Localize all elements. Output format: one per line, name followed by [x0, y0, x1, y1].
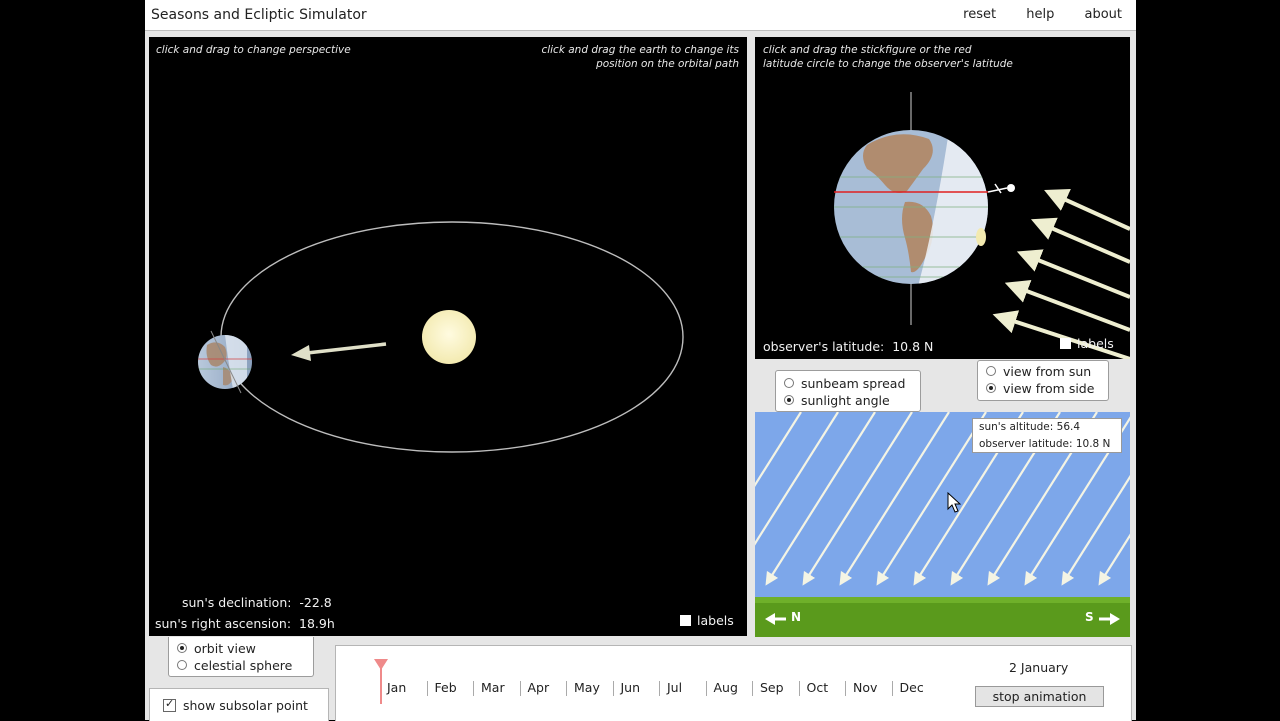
sun-altitude-label: sun's altitude: — [979, 421, 1054, 433]
declination-value: -22.8 — [299, 595, 332, 610]
view-mode-selector: view from sun view from side — [977, 360, 1109, 401]
celestial-sphere-option[interactable]: celestial sphere — [169, 657, 313, 674]
sunbeam-spread-label: sunbeam spread — [801, 376, 906, 391]
month-aug[interactable]: Aug — [705, 681, 753, 696]
sunlight-arrow — [291, 342, 387, 361]
sunbeam-spread-radio[interactable] — [784, 378, 794, 388]
subsolar-checkbox[interactable] — [163, 697, 176, 712]
month-track[interactable]: Jan Feb Mar Apr May Jun Jul Aug Sep Oct Nov Dec — [380, 680, 938, 696]
orbit-labels-text: labels — [697, 613, 734, 628]
view-from-sun-label: view from sun — [1003, 364, 1092, 379]
earth-labels-checkbox[interactable]: labels — [1060, 336, 1114, 351]
subsolar-row[interactable]: show subsolar point — [150, 697, 328, 713]
reset-link[interactable]: reset — [963, 7, 996, 22]
earth-labels-box[interactable] — [1060, 338, 1071, 349]
month-dec[interactable]: Dec — [891, 681, 939, 696]
sunlight-angle-option[interactable]: sunlight angle — [776, 392, 920, 409]
declination-readout: sun's declination: -22.8 — [182, 595, 332, 610]
right-ascension-value: 18.9h — [299, 616, 335, 631]
month-jun[interactable]: Jun — [612, 681, 660, 696]
help-link[interactable]: help — [1026, 7, 1054, 22]
observer-latitude-readout: observer's latitude: 10.8 N — [763, 339, 933, 354]
view-from-side-radio[interactable] — [986, 383, 996, 393]
incoming-sunbeams — [992, 189, 1130, 359]
sun — [422, 310, 476, 364]
mouse-cursor-icon — [947, 492, 961, 513]
orbit-view-radio[interactable] — [177, 643, 187, 653]
north-label: N — [791, 610, 802, 624]
orbit-labels-checkbox[interactable]: labels — [680, 613, 734, 628]
beam-mode-selector: sunbeam spread sunlight angle — [775, 370, 921, 412]
observer-latitude-label: observer's latitude: — [763, 339, 885, 354]
south-label: S — [1085, 610, 1094, 624]
sunlight-angle-label: sunlight angle — [801, 393, 890, 408]
right-ascension-label: sun's right ascension: — [155, 616, 292, 631]
orbit-view-option[interactable]: orbit view — [169, 640, 313, 657]
about-link[interactable]: about — [1084, 7, 1122, 22]
month-feb[interactable]: Feb — [426, 681, 474, 696]
month-may[interactable]: May — [566, 681, 613, 696]
view-from-side-label: view from side — [1003, 381, 1095, 396]
right-ascension-readout: sun's right ascension: 18.9h — [155, 616, 335, 631]
view-type-selector: orbit view celestial sphere — [168, 637, 314, 677]
celestial-sphere-radio[interactable] — [177, 660, 187, 670]
earth-view-panel[interactable]: click and drag the stickfigure or the re… — [755, 37, 1130, 359]
ground-highlight — [755, 597, 1130, 603]
subsolar-point-toggle[interactable]: show subsolar point — [149, 688, 329, 721]
earth-globe — [834, 130, 988, 284]
app-title: Seasons and Ecliptic Simulator — [151, 7, 367, 23]
observer-latitude-box-value: 10.8 N — [1075, 438, 1111, 450]
simulator-app: Seasons and Ecliptic Simulator reset hel… — [145, 0, 1136, 721]
earth-labels-text: labels — [1077, 336, 1114, 351]
sunlight-angle-radio[interactable] — [784, 395, 794, 405]
stop-animation-button[interactable]: stop animation — [975, 686, 1104, 707]
sunlight-angle-panel: N S sun's altitude: 56.4 observer latitu… — [755, 412, 1130, 637]
month-nov[interactable]: Nov — [845, 681, 892, 696]
orbit-earth[interactable] — [197, 330, 253, 394]
sunbeam-spread-option[interactable]: sunbeam spread — [776, 375, 920, 392]
observer-latitude-box-label: observer latitude: — [979, 438, 1073, 450]
sun-altitude-box: sun's altitude: 56.4 observer latitude: … — [972, 418, 1122, 453]
month-jul[interactable]: Jul — [659, 681, 706, 696]
sun-altitude-line: sun's altitude: 56.4 — [979, 419, 1121, 436]
month-jan[interactable]: Jan — [380, 681, 427, 696]
orbit-labels-box[interactable] — [680, 615, 691, 626]
orbit-view-panel[interactable]: click and drag to change perspective cli… — [149, 37, 747, 636]
sun-altitude-value: 56.4 — [1056, 421, 1081, 433]
orbit-diagram — [197, 221, 684, 453]
observer-latitude-value: 10.8 N — [892, 339, 934, 354]
month-apr[interactable]: Apr — [519, 681, 567, 696]
declination-label: sun's declination: — [182, 595, 292, 610]
month-oct[interactable]: Oct — [798, 681, 846, 696]
view-from-side-option[interactable]: view from side — [978, 380, 1108, 397]
view-from-sun-radio[interactable] — [986, 366, 996, 376]
stickfigure-observer[interactable] — [987, 183, 1015, 194]
subsolar-label: show subsolar point — [183, 698, 308, 713]
month-mar[interactable]: Mar — [473, 681, 520, 696]
month-sep[interactable]: Sep — [752, 681, 799, 696]
timeline-panel: Jan Feb Mar Apr May Jun Jul Aug Sep Oct Nov Dec 2 J… — [335, 645, 1132, 721]
observer-latitude-line: observer latitude: 10.8 N — [979, 436, 1121, 453]
view-from-sun-option[interactable]: view from sun — [978, 363, 1108, 380]
title-bar: Seasons and Ecliptic Simulator reset hel… — [145, 0, 1136, 31]
celestial-sphere-label: celestial sphere — [194, 658, 293, 673]
menu-bar: reset help about — [937, 7, 1122, 22]
earth-diagram — [834, 92, 1130, 359]
current-date: 2 January — [1009, 660, 1069, 675]
orbit-view-label: orbit view — [194, 641, 256, 656]
